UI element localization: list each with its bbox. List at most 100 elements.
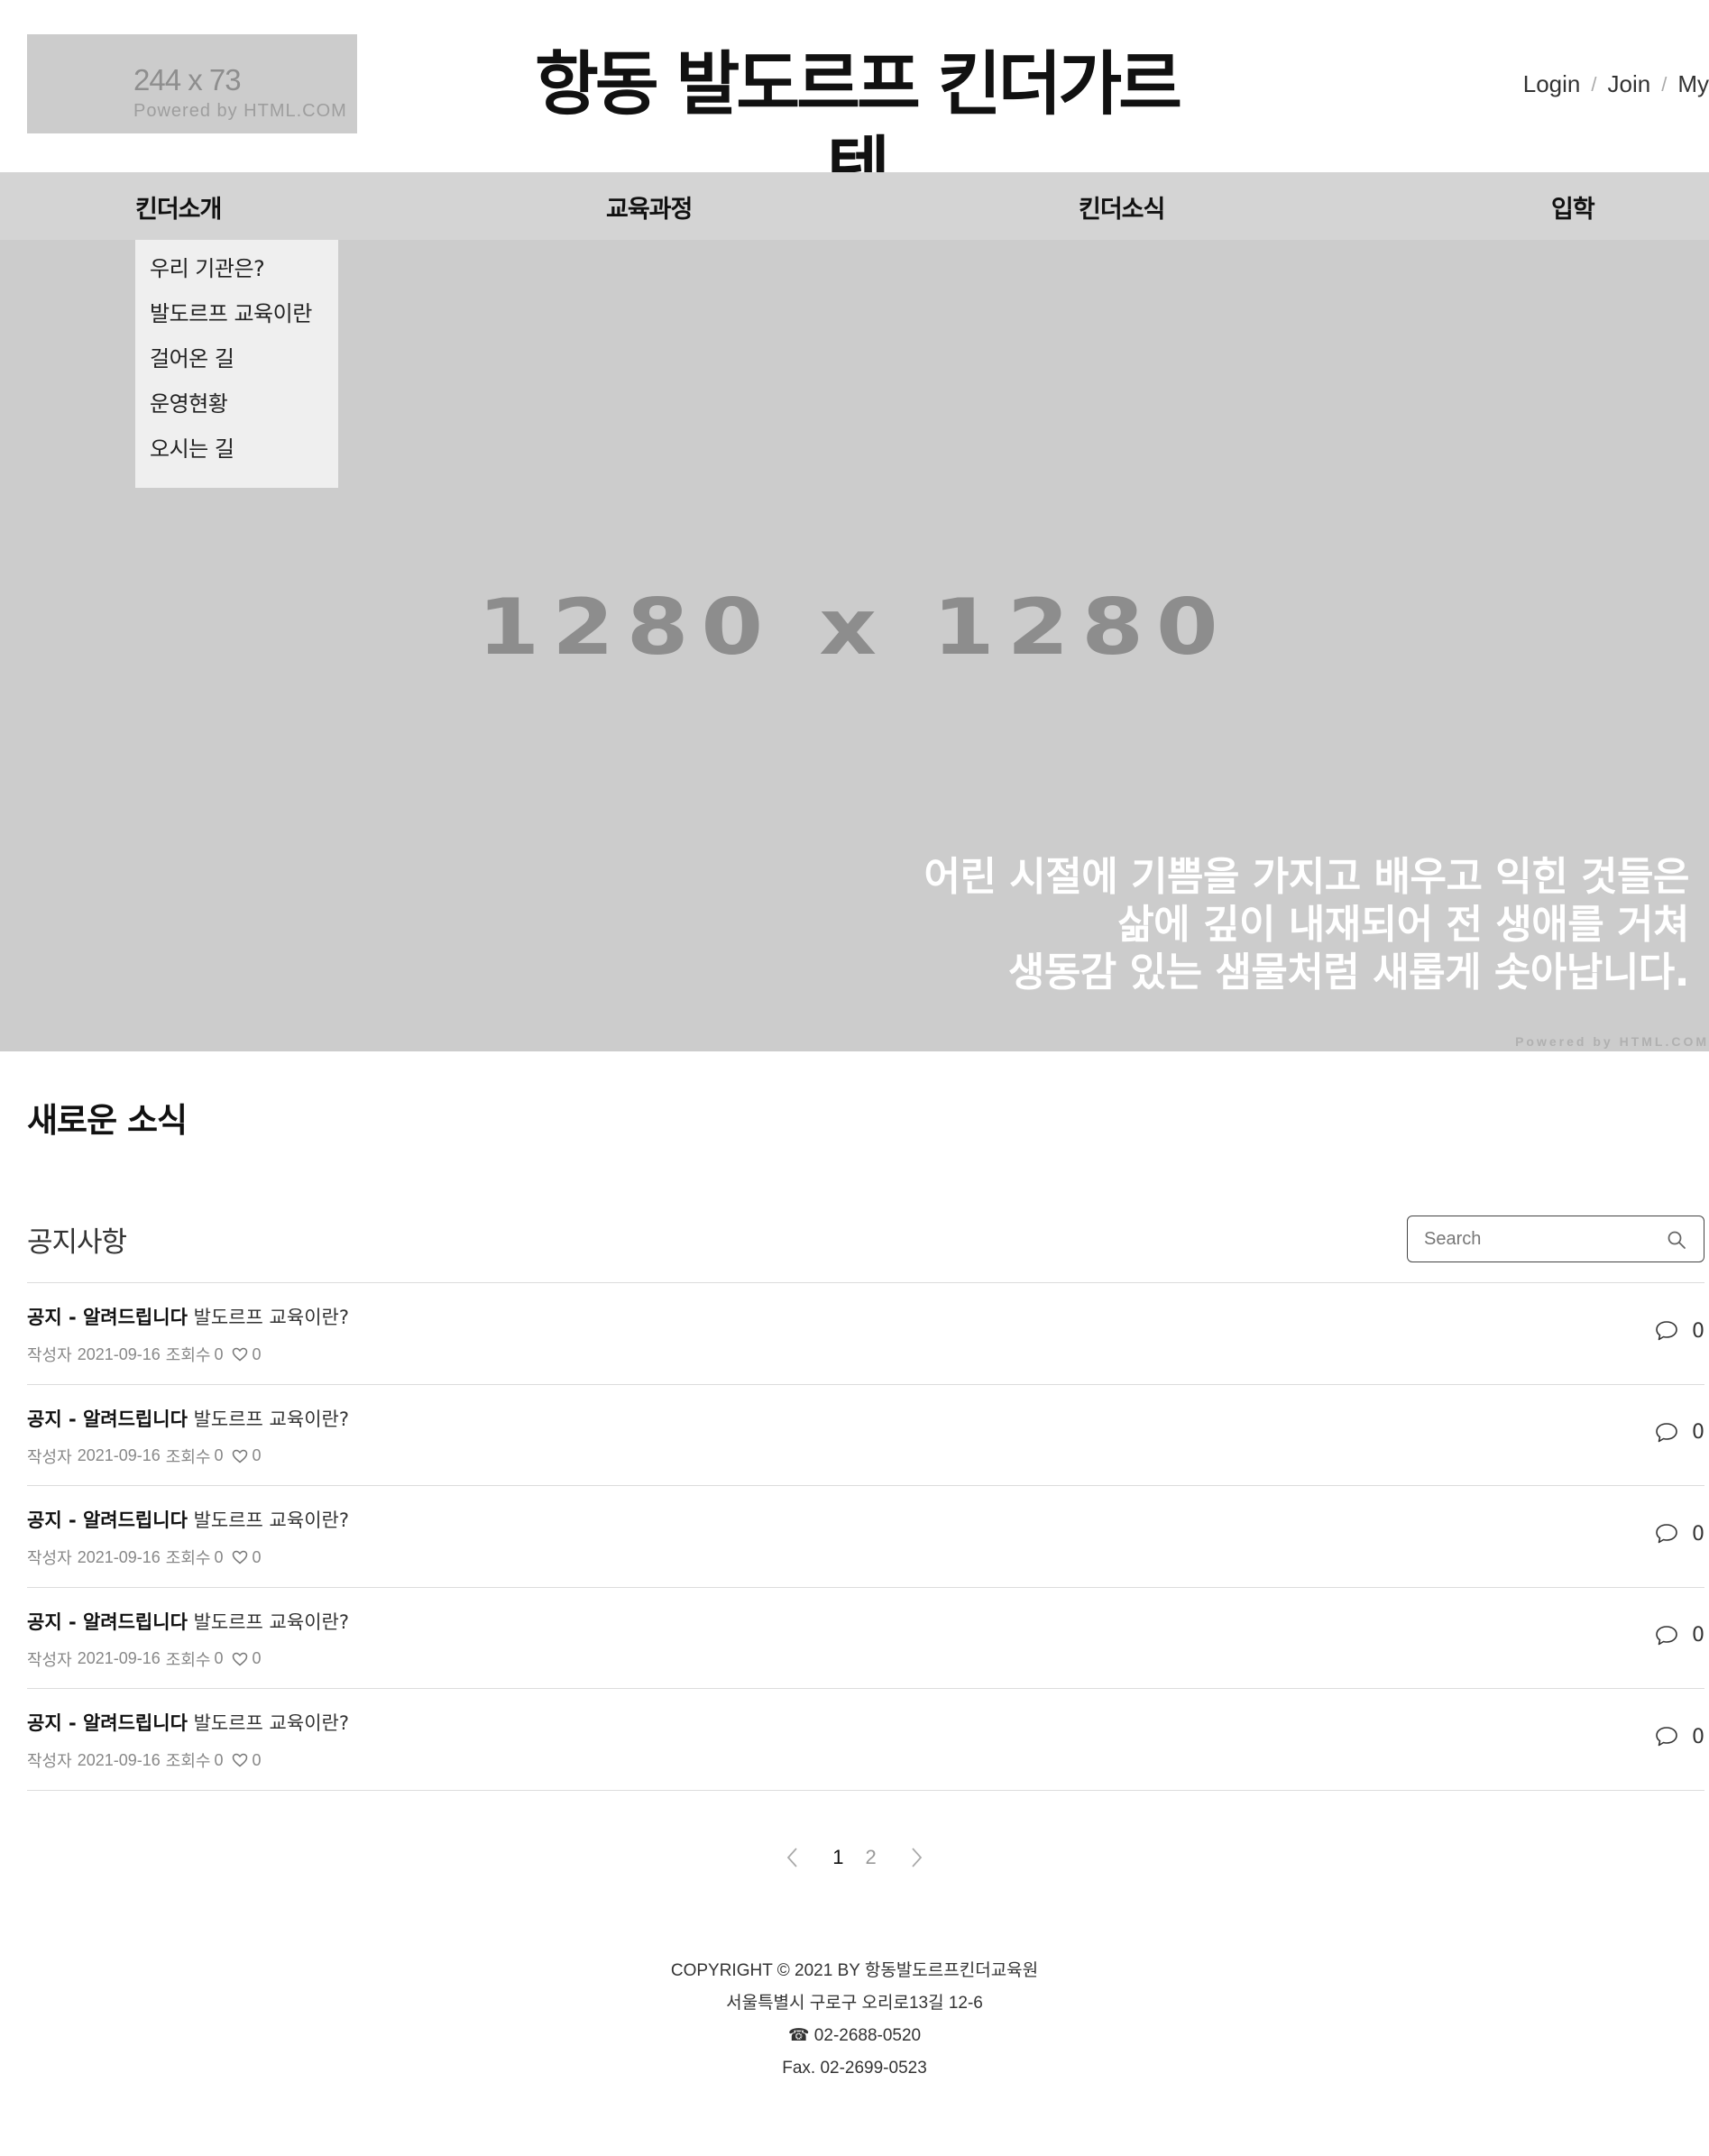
post-title[interactable]: 공지 - 알려드립니다 발도르프 교육이란? — [27, 1709, 349, 1736]
heart-icon[interactable] — [232, 1347, 248, 1362]
post-meta: 작성자 2021-09-16 조회수 0 0 — [27, 1546, 266, 1569]
post-likes: 0 — [252, 1750, 262, 1769]
post-title[interactable]: 공지 - 알려드립니다 발도르프 교육이란? — [27, 1608, 349, 1635]
post-row[interactable]: 공지 - 알려드립니다 발도르프 교육이란? 작성자 2021-09-16 조회수 0 0… — [27, 1588, 1704, 1689]
post-views-label: 조회수 — [165, 1549, 211, 1567]
post-views-label: 조회수 — [165, 1346, 211, 1364]
post-category: 공지 - 알려드립니다 — [27, 1610, 188, 1633]
login-link[interactable]: Login — [1523, 70, 1581, 98]
search-icon[interactable] — [1666, 1229, 1687, 1251]
page-number-1[interactable]: 1 — [832, 1846, 843, 1869]
post-row[interactable]: 공지 - 알려드립니다 발도르프 교육이란? 작성자 2021-09-16 조회수 0 0… — [27, 1283, 1704, 1385]
post-title-text: 발도르프 교육이란? — [193, 1712, 349, 1734]
post-category: 공지 - 알려드립니다 — [27, 1408, 188, 1430]
post-views-label: 조회수 — [165, 1650, 211, 1669]
footer-fax: Fax. 02-2699-0523 — [782, 2059, 927, 2078]
comment-icon — [1656, 1524, 1677, 1544]
post-comments[interactable]: 0 — [1654, 1522, 1704, 1546]
util-links: Login / Join / My — [1523, 70, 1709, 98]
util-separator: / — [1591, 72, 1597, 96]
comment-icon — [1656, 1625, 1677, 1645]
footer-phone: ☎ 02-2688-0520 — [787, 2026, 922, 2045]
nav-item-news[interactable]: 킨더소식 — [1079, 189, 1165, 225]
post-row[interactable]: 공지 - 알려드립니다 발도르프 교육이란? 작성자 2021-09-16 조회수 0 0… — [27, 1385, 1704, 1486]
post-row[interactable]: 공지 - 알려드립니다 발도르프 교육이란? 작성자 2021-09-16 조회수 0 0… — [27, 1486, 1704, 1588]
post-meta: 작성자 2021-09-16 조회수 0 0 — [27, 1647, 266, 1671]
post-likes: 0 — [252, 1344, 262, 1363]
about-dropdown-menu: 우리 기관은? 발도르프 교육이란 걸어온 길 운영현황 오시는 길 — [135, 240, 338, 488]
post-comments[interactable]: 0 — [1654, 1421, 1704, 1445]
post-date: 2021-09-16 — [77, 1446, 161, 1464]
board-title[interactable]: 공지사항 — [27, 1219, 127, 1260]
post-comments[interactable]: 0 — [1654, 1725, 1704, 1748]
comment-icon — [1656, 1321, 1677, 1341]
post-title-text: 발도르프 교육이란? — [193, 1610, 349, 1633]
post-views: 0 — [214, 1344, 224, 1363]
heart-icon[interactable] — [232, 1753, 248, 1767]
util-separator: / — [1661, 72, 1668, 96]
prev-page-icon[interactable] — [784, 1845, 802, 1870]
post-row[interactable]: 공지 - 알려드립니다 발도르프 교육이란? 작성자 2021-09-16 조회수 0 0… — [27, 1689, 1704, 1791]
logo-powered-by: Powered by HTML.COM — [133, 101, 347, 121]
post-author: 작성자 — [27, 1346, 72, 1364]
footer-copyright: COPYRIGHT © 2021 BY 항동발도르프킨더교육원 — [670, 1961, 1039, 1980]
post-author: 작성자 — [27, 1549, 72, 1567]
hero-powered-by: Powered by HTML.COM — [1515, 1034, 1709, 1049]
post-comments[interactable]: 0 — [1654, 1319, 1704, 1343]
post-comments[interactable]: 0 — [1654, 1624, 1704, 1647]
hero-quote: 어린 시절에 기쁨을 가지고 배우고 익힌 것들은 삶에 깊이 내재되어 전 생… — [923, 853, 1689, 996]
hero-quote-line: 생동감 있는 샘물처럼 새롭게 솟아납니다. — [1007, 950, 1690, 995]
next-page-icon[interactable] — [907, 1845, 925, 1870]
post-comment-count: 0 — [1692, 1725, 1704, 1748]
page-number-2[interactable]: 2 — [866, 1846, 877, 1869]
join-link[interactable]: Join — [1608, 70, 1651, 98]
dropdown-item-waldorf-education[interactable]: 발도르프 교육이란 — [150, 299, 338, 344]
post-views: 0 — [214, 1750, 224, 1769]
nav-item-curriculum[interactable]: 교육과정 — [606, 189, 693, 225]
post-date: 2021-09-16 — [77, 1649, 161, 1667]
heart-icon[interactable] — [232, 1449, 248, 1463]
post-date: 2021-09-16 — [77, 1750, 161, 1769]
main-nav: 킨더소개 교육과정 킨더소식 입학 — [0, 172, 1709, 240]
post-likes: 0 — [252, 1547, 262, 1566]
comment-icon — [1656, 1727, 1677, 1747]
footer-address: 서울특별시 구로구 오리로13길 12-6 — [726, 1994, 983, 2013]
post-comment-count: 0 — [1692, 1522, 1704, 1546]
post-views-label: 조회수 — [165, 1447, 211, 1466]
post-comment-count: 0 — [1692, 1624, 1704, 1647]
post-author: 작성자 — [27, 1650, 72, 1669]
post-meta: 작성자 2021-09-16 조회수 0 0 — [27, 1445, 266, 1468]
hero-quote-line: 삶에 깊이 내재되어 전 생애를 거쳐 — [1117, 902, 1689, 948]
post-title[interactable]: 공지 - 알려드립니다 발도르프 교육이란? — [27, 1506, 349, 1533]
heart-icon[interactable] — [232, 1550, 248, 1564]
site-footer: COPYRIGHT © 2021 BY 항동발도르프킨더교육원 서울특별시 구로… — [0, 1955, 1709, 2085]
nav-item-admission[interactable]: 입학 — [1551, 189, 1595, 225]
post-date: 2021-09-16 — [77, 1344, 161, 1363]
post-category: 공지 - 알려드립니다 — [27, 1712, 188, 1734]
search-box — [1407, 1216, 1704, 1262]
logo-placeholder[interactable]: 244 x 73 Powered by HTML.COM — [27, 34, 357, 133]
post-title[interactable]: 공지 - 알려드립니다 발도르프 교육이란? — [27, 1303, 349, 1330]
my-link[interactable]: My — [1677, 70, 1709, 98]
post-title[interactable]: 공지 - 알려드립니다 발도르프 교육이란? — [27, 1405, 349, 1432]
post-comment-count: 0 — [1692, 1319, 1704, 1343]
dropdown-item-our-institution[interactable]: 우리 기관은? — [150, 254, 338, 299]
hero-placeholder-dimensions: 1280 x 1280 — [477, 583, 1231, 673]
pagination: 1 2 — [0, 1845, 1709, 1870]
search-input[interactable] — [1424, 1225, 1658, 1252]
post-meta: 작성자 2021-09-16 조회수 0 0 — [27, 1748, 266, 1772]
post-views: 0 — [214, 1446, 224, 1464]
post-category: 공지 - 알려드립니다 — [27, 1307, 188, 1328]
post-likes: 0 — [252, 1649, 262, 1667]
hero-quote-line: 어린 시절에 기쁨을 가지고 배우고 익힌 것들은 — [923, 854, 1689, 900]
post-list: 공지 - 알려드립니다 발도르프 교육이란? 작성자 2021-09-16 조회수 0 0… — [27, 1282, 1704, 1791]
post-views: 0 — [214, 1547, 224, 1566]
dropdown-item-operations[interactable]: 운영현황 — [150, 390, 338, 435]
dropdown-item-history[interactable]: 걸어온 길 — [150, 344, 338, 390]
post-views-label: 조회수 — [165, 1752, 211, 1770]
post-date: 2021-09-16 — [77, 1547, 161, 1566]
heart-icon[interactable] — [232, 1652, 248, 1666]
dropdown-item-directions[interactable]: 오시는 길 — [150, 435, 338, 480]
nav-item-about[interactable]: 킨더소개 — [135, 189, 222, 225]
logo-dimensions: 244 x 73 — [133, 63, 242, 96]
